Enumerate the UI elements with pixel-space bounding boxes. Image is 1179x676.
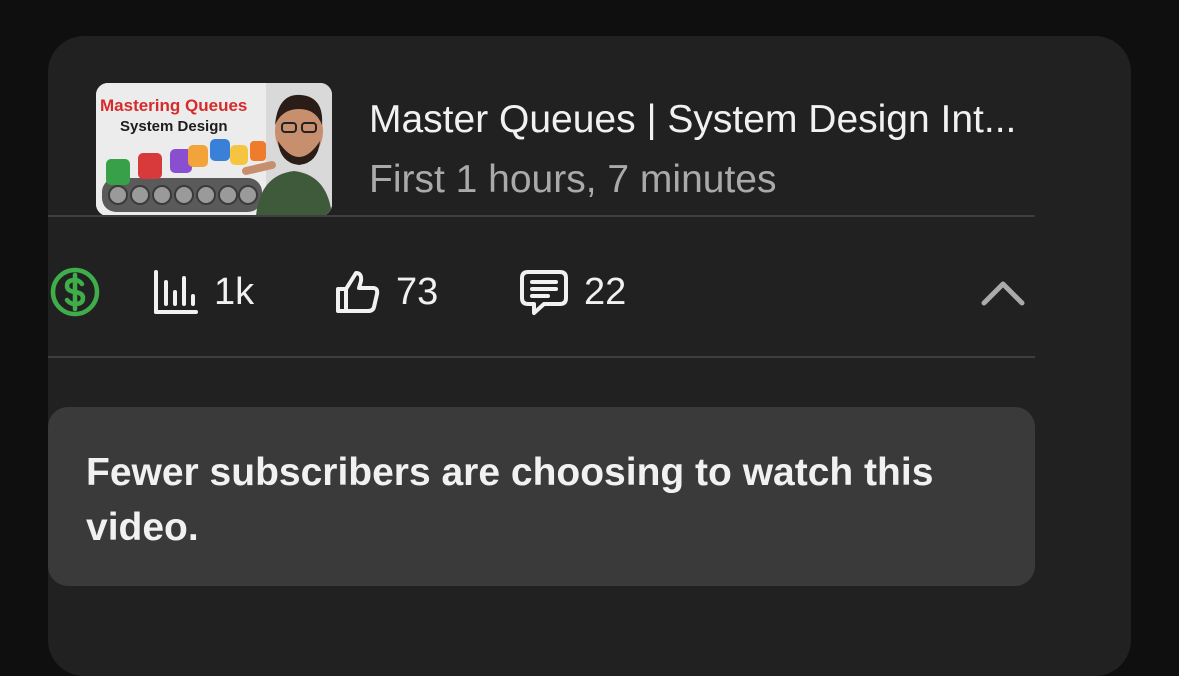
thumbnail-title-line2: System Design — [120, 118, 228, 135]
thumbs-up-icon — [336, 271, 380, 313]
thumbnail-title-line1: Mastering Queues — [100, 96, 247, 115]
video-row[interactable]: Mastering Queues System Design Master Qu… — [96, 83, 1084, 216]
comments-stat[interactable]: 22 — [518, 260, 626, 324]
collapse-button[interactable] — [971, 260, 1035, 324]
insight-notice: Fewer subscribers are choosing to watch … — [48, 407, 1035, 586]
divider-bottom — [48, 356, 1035, 358]
monetization-status[interactable] — [48, 260, 102, 324]
insight-notice-text: Fewer subscribers are choosing to watch … — [86, 451, 934, 549]
video-title[interactable]: Master Queues | System Design Int... — [369, 97, 1084, 143]
comment-icon — [520, 270, 568, 315]
stats-row: 1k 73 22 — [48, 260, 1035, 324]
views-stat[interactable]: 1k — [152, 260, 254, 324]
thumbnail-image: Mastering Queues System Design — [96, 83, 332, 216]
likes-count: 73 — [396, 270, 439, 313]
bar-chart-icon — [154, 270, 198, 314]
views-count: 1k — [214, 270, 255, 313]
chevron-up-icon — [981, 281, 1025, 306]
comments-count: 22 — [584, 270, 627, 313]
likes-stat[interactable]: 73 — [332, 260, 438, 324]
video-thumbnail[interactable]: Mastering Queues System Design — [96, 83, 332, 216]
dollar-circle-icon — [50, 267, 100, 317]
video-subtitle: First 1 hours, 7 minutes — [369, 158, 777, 201]
divider-top — [48, 215, 1035, 217]
